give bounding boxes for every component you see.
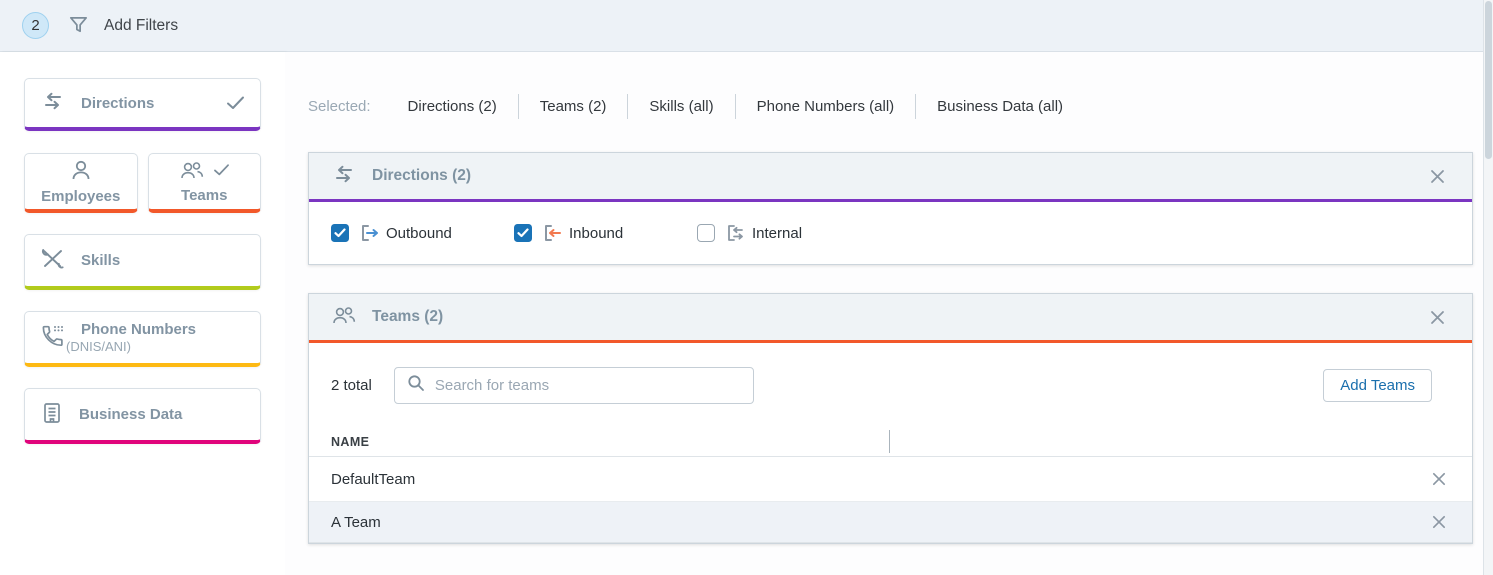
filter-count-badge: 2 [22, 12, 49, 39]
employee-person-icon [69, 158, 93, 186]
summary-item-directions[interactable]: Directions (2) [387, 94, 518, 119]
phone-icon [40, 323, 66, 353]
directions-panel-title: Directions (2) [372, 167, 471, 185]
team-name: A Team [331, 514, 381, 531]
sidebar-item-label: Skills [81, 252, 120, 269]
team-row-defaultteam: DefaultTeam [309, 457, 1472, 502]
teams-total-count: 2 total [331, 377, 372, 394]
direction-option-internal[interactable]: Internal [697, 223, 880, 243]
building-icon [40, 401, 64, 429]
filter-funnel-icon[interactable] [67, 14, 90, 37]
teams-search-input[interactable] [435, 377, 741, 394]
sidebar-item-label: Teams [181, 187, 227, 204]
team-row-a-team: A Team [309, 502, 1472, 543]
add-teams-button[interactable]: Add Teams [1323, 369, 1432, 402]
summary-item-business-data[interactable]: Business Data (all) [915, 94, 1084, 119]
sidebar-half-row: Employees Teams [24, 153, 261, 213]
search-icon [407, 374, 425, 397]
sidebar-item-employees[interactable]: Employees [24, 153, 138, 213]
teams-panel-header: Teams (2) [309, 294, 1472, 343]
direction-option-label: Internal [752, 225, 802, 242]
filters-main-area: Selected: Directions (2) Teams (2) Skill… [285, 52, 1493, 575]
teams-panel-title: Teams (2) [372, 308, 443, 326]
sidebar-item-directions[interactable]: Directions [24, 78, 261, 131]
selected-summary-bar: Selected: Directions (2) Teams (2) Skill… [308, 94, 1493, 119]
filter-category-sidebar: Directions Employees [0, 52, 285, 575]
sidebar-item-label: Phone Numbers [81, 321, 196, 338]
inbound-arrow-icon [543, 223, 563, 243]
remove-team-icon[interactable] [1428, 511, 1450, 533]
column-resize-handle[interactable] [889, 430, 890, 453]
name-column-header: NAME [331, 435, 369, 449]
sidebar-item-label: Directions [81, 95, 154, 112]
outbound-arrow-icon [360, 223, 380, 243]
direction-option-label: Outbound [386, 225, 452, 242]
internal-checkbox[interactable] [697, 224, 715, 242]
sidebar-item-label: Employees [41, 188, 120, 205]
selected-check-icon [226, 95, 245, 111]
add-filters-label[interactable]: Add Filters [104, 17, 178, 35]
sidebar-item-business-data[interactable]: Business Data [24, 388, 261, 444]
directions-options-row: Outbound Inbound [309, 202, 1472, 264]
selected-check-icon [213, 163, 230, 181]
teams-toolbar: 2 total Add Teams [309, 343, 1472, 427]
internal-arrows-icon [726, 223, 746, 243]
summary-item-phone-numbers[interactable]: Phone Numbers (all) [735, 94, 916, 119]
vertical-scrollbar-track[interactable] [1483, 0, 1493, 575]
remove-team-icon[interactable] [1428, 468, 1450, 490]
summary-item-skills[interactable]: Skills (all) [627, 94, 734, 119]
directions-swap-icon [40, 91, 66, 115]
vertical-scrollbar-thumb[interactable] [1485, 1, 1492, 159]
teams-group-icon [179, 159, 205, 185]
teams-filter-panel: Teams (2) 2 total Add Teams [308, 293, 1473, 544]
direction-option-inbound[interactable]: Inbound [514, 223, 697, 243]
direction-option-label: Inbound [569, 225, 623, 242]
inbound-checkbox[interactable] [514, 224, 532, 242]
team-name: DefaultTeam [331, 471, 415, 488]
directions-panel-header: Directions (2) [309, 153, 1472, 202]
sidebar-item-label: Business Data [79, 406, 182, 423]
teams-table-header: NAME [309, 427, 1472, 457]
skills-tools-icon [40, 247, 66, 275]
teams-panel-close-icon[interactable] [1425, 305, 1450, 330]
direction-option-outbound[interactable]: Outbound [331, 223, 514, 243]
directions-panel-close-icon[interactable] [1425, 164, 1450, 189]
sidebar-item-phone-numbers[interactable]: Phone Numbers (DNIS/ANI) [24, 311, 261, 367]
directions-swap-icon [331, 164, 357, 189]
summary-item-teams[interactable]: Teams (2) [518, 94, 628, 119]
outbound-checkbox[interactable] [331, 224, 349, 242]
directions-filter-panel: Directions (2) Outbound [308, 152, 1473, 265]
selected-label: Selected: [308, 98, 371, 115]
sidebar-item-sublabel: (DNIS/ANI) [66, 339, 196, 354]
sidebar-item-skills[interactable]: Skills [24, 234, 261, 290]
sidebar-item-teams[interactable]: Teams [148, 153, 262, 213]
teams-search-box[interactable] [394, 367, 754, 404]
filters-topbar: 2 Add Filters [0, 0, 1493, 52]
filters-screen: 2 Add Filters Directions [0, 0, 1493, 575]
teams-group-icon [331, 304, 357, 331]
